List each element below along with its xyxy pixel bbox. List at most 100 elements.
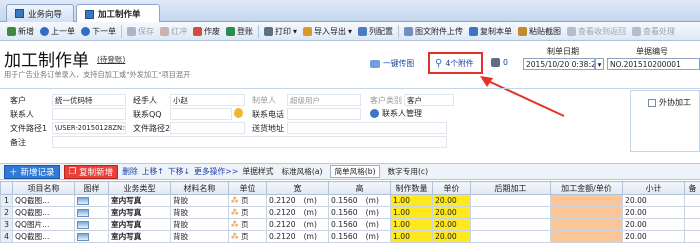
tab-processing-order[interactable]: 加工制作单	[76, 4, 160, 23]
column-header[interactable]: 单价	[432, 181, 471, 195]
subtotal-cell[interactable]: 20.00	[622, 194, 685, 207]
image-thumbnail-icon[interactable]	[77, 197, 89, 205]
material-cell[interactable]: 背胶	[170, 218, 229, 231]
more-actions-link[interactable]: 更多操作>>	[194, 166, 238, 177]
handler-field[interactable]: 小赵	[170, 94, 245, 106]
qq-field[interactable]	[170, 108, 232, 120]
material-cell[interactable]: 背胶	[170, 194, 229, 207]
contact-management-link[interactable]: 联系人管理	[370, 108, 422, 119]
move-down-link[interactable]: 下移↓	[168, 166, 190, 177]
quantity-cell[interactable]: 1.00	[390, 194, 433, 207]
note-field[interactable]	[52, 136, 447, 148]
table-row[interactable]: 2 QQ截图... 室内写真 背胶 ⁂ 页 0.2120 (m) 0.1560 (m) 1.00 2…	[0, 206, 700, 219]
height-cell[interactable]: 0.1560 (m)	[328, 218, 391, 231]
column-header[interactable]: 后期加工	[470, 181, 551, 195]
column-header[interactable]: 高	[328, 181, 391, 195]
tab-digital-style[interactable]: 数字专用(c)	[384, 165, 432, 178]
view-process-button[interactable]: 查看处理	[629, 23, 678, 39]
business-type-cell[interactable]: 室内写真	[108, 218, 171, 231]
checkbox-box[interactable]	[648, 98, 656, 107]
tab-business-guide[interactable]: 业务向导	[6, 4, 74, 22]
preview-cell[interactable]	[74, 218, 109, 231]
column-config-button[interactable]: 列配置	[355, 23, 396, 39]
quantity-cell[interactable]: 1.00	[390, 230, 433, 243]
post-process-cell[interactable]	[470, 206, 551, 219]
price-cell[interactable]: 20.00	[432, 230, 471, 243]
red-flush-button[interactable]: 红冲	[157, 23, 190, 39]
width-cell[interactable]: 0.2120 (m)	[266, 230, 329, 243]
column-header[interactable]: 备	[684, 181, 700, 195]
unit-cell[interactable]: ⁂ 页	[228, 194, 267, 207]
qq-icon[interactable]	[234, 108, 243, 118]
next-button[interactable]: 下一单	[78, 23, 119, 39]
price-cell[interactable]: 20.00	[432, 218, 471, 231]
image-thumbnail-icon[interactable]	[77, 209, 89, 217]
subtotal-cell[interactable]: 20.00	[622, 206, 685, 219]
unit-cell[interactable]: ⁂ 页	[228, 206, 267, 219]
material-cell[interactable]: 背胶	[170, 230, 229, 243]
ship-address-field[interactable]	[287, 122, 447, 134]
phone-field[interactable]	[287, 108, 361, 120]
print-count[interactable]: 0	[491, 58, 508, 67]
remark-cell[interactable]	[684, 206, 700, 219]
post-button[interactable]: 登账	[223, 23, 256, 39]
process-amount-cell[interactable]	[550, 218, 623, 231]
move-up-link[interactable]: 上移↑	[142, 166, 164, 177]
unit-cell[interactable]: ⁂ 页	[228, 230, 267, 243]
column-header[interactable]: 加工金额/单价	[550, 181, 623, 195]
table-row[interactable]: 3 QQ图片... 室内写真 背胶 ⁂ 页 0.2120 (m) 0.1560 (m) 1.00 2…	[0, 218, 700, 231]
prev-button[interactable]: 上一单	[37, 23, 78, 39]
import-export-button[interactable]: 导入导出 ▾	[300, 23, 355, 39]
column-header[interactable]: 单位	[228, 181, 267, 195]
quantity-cell[interactable]: 1.00	[390, 206, 433, 219]
image-thumbnail-icon[interactable]	[77, 233, 89, 241]
delete-link[interactable]: 删除	[122, 166, 138, 177]
new-record-button[interactable]: ＋新增记录	[4, 164, 60, 179]
path2-field[interactable]	[170, 122, 245, 134]
item-name-cell[interactable]: QQ截图...	[12, 230, 75, 243]
tab-simple-style[interactable]: 简单风格(b)	[330, 165, 380, 178]
void-button[interactable]: 作废	[190, 23, 223, 39]
new-button[interactable]: 新增	[4, 23, 37, 39]
copy-new-button[interactable]: ❐ 复制新增	[63, 164, 119, 179]
width-cell[interactable]: 0.2120 (m)	[266, 218, 329, 231]
table-row[interactable]: 1 QQ截图... 室内写真 背胶 ⁂ 页 0.2120 (m) 0.1560 (m) 1.00 2…	[0, 194, 700, 207]
height-cell[interactable]: 0.1560 (m)	[328, 206, 391, 219]
date-field[interactable]: 2015/10/20 0:38:29	[523, 58, 595, 70]
copy-order-button[interactable]: 复制本单	[466, 23, 515, 39]
status-link[interactable]: (待登账)	[97, 54, 125, 65]
column-header[interactable]: 材料名称	[170, 181, 229, 195]
doc-no-field[interactable]: NO.201510200001	[607, 58, 700, 70]
column-header[interactable]: 图样	[74, 181, 109, 195]
height-cell[interactable]: 0.1560 (m)	[328, 230, 391, 243]
business-type-cell[interactable]: 室内写真	[108, 206, 171, 219]
process-amount-cell[interactable]	[550, 194, 623, 207]
post-process-cell[interactable]	[470, 218, 551, 231]
customer-type-field[interactable]: 客户	[404, 94, 454, 106]
column-header[interactable]: 项目名称	[12, 181, 75, 195]
customer-field[interactable]: 统一优码特	[52, 94, 126, 106]
preview-cell[interactable]	[74, 230, 109, 243]
subtotal-cell[interactable]: 20.00	[622, 230, 685, 243]
outsource-checkbox[interactable]: 外协加工	[648, 97, 691, 108]
image-thumbnail-icon[interactable]	[77, 221, 89, 229]
table-row[interactable]: 4 QQ截图... 室内写真 背胶 ⁂ 页 0.2120 (m) 0.1560 (m) 1.00 2…	[0, 230, 700, 243]
paste-screenshot-button[interactable]: 粘贴截图	[515, 23, 564, 39]
view-returns-button[interactable]: 查看收到返回	[564, 23, 629, 39]
width-cell[interactable]: 0.2120 (m)	[266, 206, 329, 219]
business-type-cell[interactable]: 室内写真	[108, 230, 171, 243]
column-header[interactable]: 宽	[266, 181, 329, 195]
column-header[interactable]: 制作数量	[390, 181, 433, 195]
business-type-cell[interactable]: 室内写真	[108, 194, 171, 207]
width-cell[interactable]: 0.2120 (m)	[266, 194, 329, 207]
date-dropdown[interactable]: ▾	[595, 58, 604, 70]
print-button[interactable]: 打印 ▾	[261, 23, 300, 39]
column-header[interactable]: 小计	[622, 181, 685, 195]
item-name-cell[interactable]: QQ截图...	[12, 194, 75, 207]
tab-standard-style[interactable]: 标准风格(a)	[278, 165, 327, 178]
process-amount-cell[interactable]	[550, 230, 623, 243]
unit-cell[interactable]: ⁂ 页	[228, 218, 267, 231]
price-cell[interactable]: 20.00	[432, 194, 471, 207]
upload-attachment-button[interactable]: 图文附件上传	[401, 23, 466, 39]
preview-cell[interactable]	[74, 194, 109, 207]
